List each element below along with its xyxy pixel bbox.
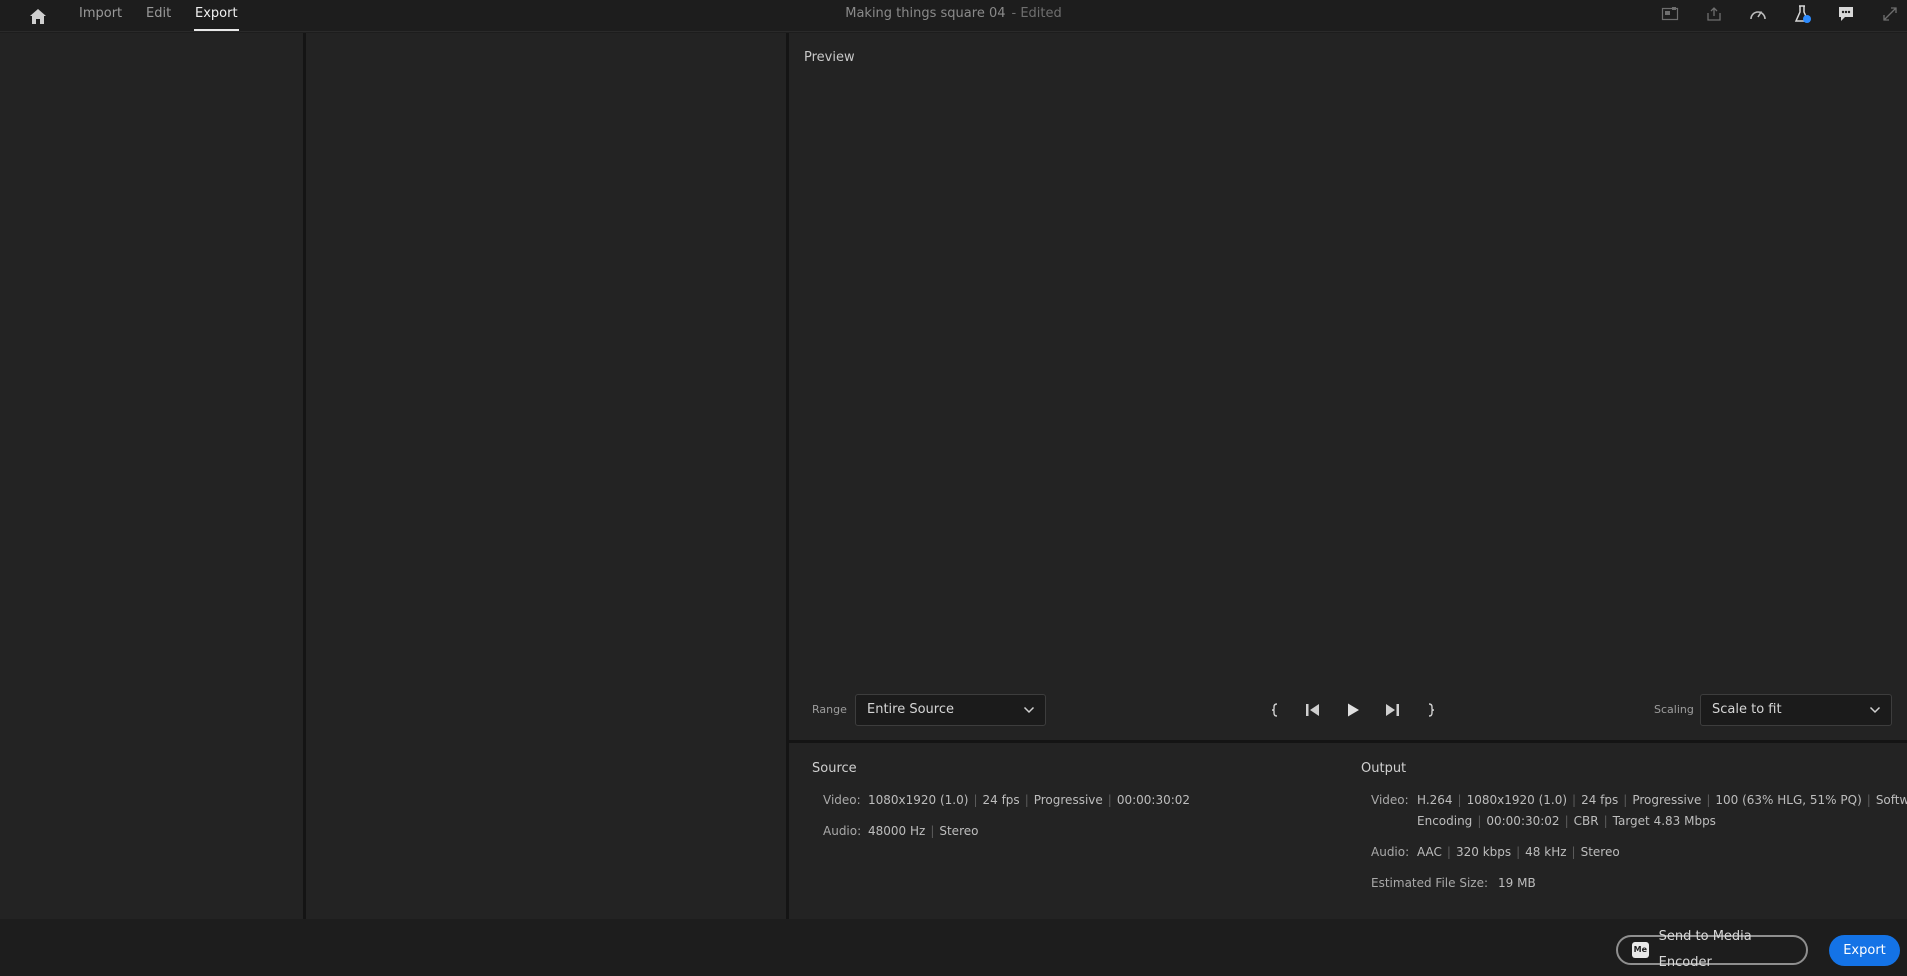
- tab-import[interactable]: Import: [79, 0, 122, 32]
- mark-in-icon: [1271, 703, 1278, 717]
- output-video-row: Video: H.264 | 1080x1920 (1.0) | 24 fps | Progr…: [1371, 793, 1907, 807]
- beta-button[interactable]: [1791, 3, 1813, 25]
- source-title: Source: [812, 761, 857, 776]
- home-icon: [30, 8, 46, 24]
- output-video-value: 100 (63% HLG, 51% PQ): [1715, 793, 1862, 807]
- document-title: Making things square 04 - Edited: [0, 0, 1907, 28]
- media-encoder-icon: Me: [1632, 942, 1649, 958]
- performance-icon: [1750, 11, 1766, 20]
- play-button[interactable]: [1341, 699, 1365, 721]
- source-video-value: 1080x1920 (1.0): [868, 793, 969, 807]
- output-video-value: CBR: [1573, 814, 1599, 828]
- preview-title: Preview: [804, 50, 855, 65]
- output-audio-value: Stereo: [1580, 845, 1620, 859]
- share-button[interactable]: [1703, 3, 1725, 25]
- source-video-value: 24 fps: [982, 793, 1020, 807]
- source-audio-value: Stereo: [939, 824, 979, 838]
- export-button[interactable]: Export: [1829, 935, 1900, 966]
- preview-panel: [789, 33, 1907, 919]
- scaling-label: Scaling: [1654, 703, 1694, 716]
- output-audio-value: 320 kbps: [1455, 845, 1512, 859]
- source-video-value: Progressive: [1033, 793, 1103, 807]
- beta-flask-icon: [1794, 5, 1811, 23]
- top-bar: Import Edit Export Making things square …: [0, 0, 1907, 32]
- source-video-value: 00:00:30:02: [1116, 793, 1191, 807]
- step-back-icon: [1306, 704, 1319, 716]
- document-name: Making things square 04: [845, 6, 1006, 21]
- output-video-value: 00:00:30:02: [1486, 814, 1560, 828]
- mark-in-button[interactable]: [1263, 699, 1287, 721]
- quick-export-button[interactable]: [1659, 3, 1681, 25]
- output-title: Output: [1361, 761, 1407, 776]
- output-audio-value: 48 kHz: [1525, 845, 1567, 859]
- performance-button[interactable]: [1747, 3, 1769, 25]
- home-button[interactable]: [26, 4, 50, 28]
- output-audio-value: AAC: [1417, 845, 1442, 859]
- step-forward-icon: [1386, 704, 1399, 716]
- source-audio-label: Audio:: [823, 824, 862, 838]
- send-to-media-encoder-button[interactable]: Me Send to Media Encoder: [1616, 929, 1808, 970]
- step-back-button[interactable]: [1301, 699, 1325, 721]
- scaling-value: Scale to fit: [1712, 702, 1782, 717]
- estimated-file-size-value: 19 MB: [1498, 876, 1536, 890]
- output-video-value: 1080x1920 (1.0): [1466, 793, 1568, 807]
- source-video-label: Video:: [823, 793, 861, 807]
- range-dropdown[interactable]: Entire Source: [855, 694, 1046, 726]
- source-audio-value: 48000 Hz: [868, 824, 926, 838]
- output-video-value: H.264: [1417, 793, 1453, 807]
- quick-export-icon: [1661, 7, 1679, 21]
- output-video-value: Progressive: [1632, 793, 1702, 807]
- source-audio-row: Audio: 48000 Hz | Stereo: [823, 824, 979, 838]
- tab-export[interactable]: Export: [194, 0, 239, 32]
- fullscreen-icon: [1883, 7, 1897, 21]
- export-settings-panel: [306, 33, 786, 919]
- mark-out-icon: [1428, 703, 1435, 717]
- document-status: - Edited: [1011, 6, 1062, 21]
- output-audio-label: Audio:: [1371, 845, 1410, 859]
- output-video-label: Video:: [1371, 793, 1409, 807]
- source-video-row: Video: 1080x1920 (1.0) | 24 fps | Progressive…: [823, 793, 1191, 807]
- range-label: Range: [812, 703, 847, 716]
- output-video-value: Target 4.83 Mbps: [1612, 814, 1716, 828]
- tab-edit[interactable]: Edit: [146, 0, 171, 32]
- play-icon: [1348, 703, 1359, 717]
- range-value: Entire Source: [867, 702, 955, 717]
- send-to-media-encoder-label: Send to Media Encoder: [1658, 929, 1752, 970]
- mark-out-button[interactable]: [1419, 699, 1443, 721]
- output-video-row-continued: Encoding | 00:00:30:02 | CBR | Target 4.83 Mbp…: [1417, 814, 1716, 828]
- share-icon: [1707, 7, 1721, 21]
- output-audio-row: Audio: AAC | 320 kbps | 48 kHz | Stereo: [1371, 845, 1620, 859]
- preview-info-divider[interactable]: [789, 740, 1907, 743]
- estimated-file-size-label: Estimated File Size:: [1371, 876, 1489, 890]
- chevron-down-icon: [1023, 695, 1035, 725]
- feedback-button[interactable]: [1835, 3, 1857, 25]
- scaling-dropdown[interactable]: Scale to fit: [1700, 694, 1892, 726]
- output-video-value: 24 fps: [1581, 793, 1619, 807]
- output-video-value: Encoding: [1417, 814, 1473, 828]
- output-video-value: Software: [1875, 793, 1907, 807]
- chevron-down-icon: [1869, 695, 1881, 725]
- estimated-file-size-row: Estimated File Size: 19 MB: [1371, 876, 1536, 890]
- export-settings-panel-left: [0, 33, 303, 919]
- feedback-icon: [1839, 7, 1853, 21]
- step-forward-button[interactable]: [1380, 699, 1404, 721]
- fullscreen-button[interactable]: [1879, 3, 1901, 25]
